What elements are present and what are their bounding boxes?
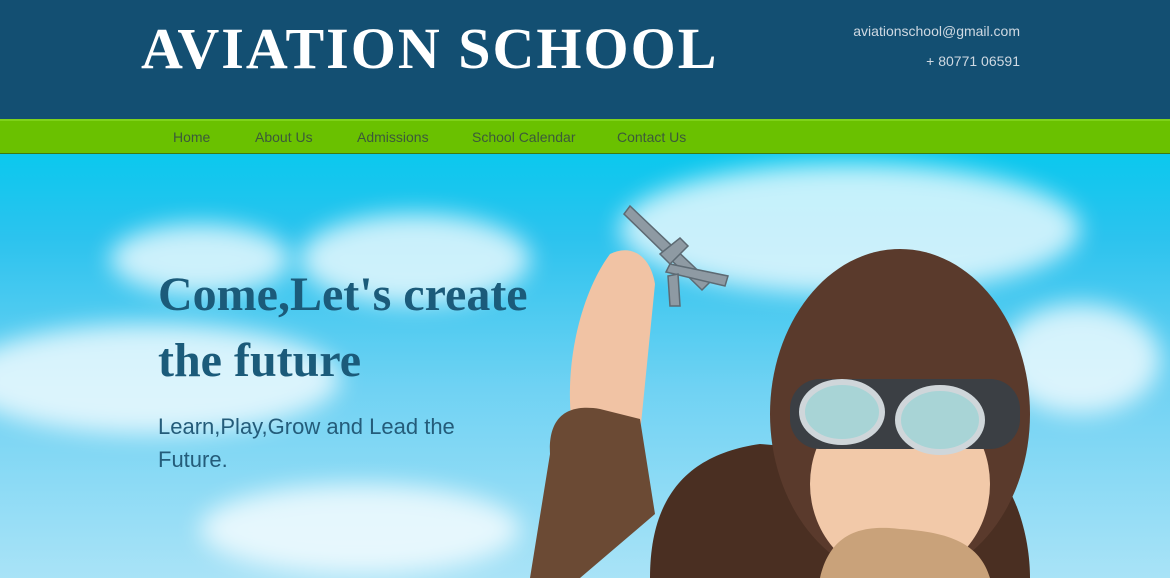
contact-email[interactable]: aviationschool@gmail.com: [853, 23, 1020, 39]
goggles-icon: [790, 379, 1020, 455]
nav-contact-us[interactable]: Contact Us: [617, 129, 686, 145]
main-nav: Home About Us Admissions School Calendar…: [0, 119, 1170, 154]
contact-phone: + 80771 06591: [926, 53, 1020, 69]
sweater-sleeve: [530, 407, 655, 578]
nav-admissions[interactable]: Admissions: [357, 129, 429, 145]
hero-title: Come,Let's create the future: [158, 268, 528, 387]
hero-subtitle: Learn,Play,Grow and Lead the Future.: [158, 414, 455, 472]
boy-pilot-photo: [530, 204, 1030, 578]
nav-school-calendar[interactable]: School Calendar: [472, 129, 576, 145]
nav-about-us[interactable]: About Us: [255, 129, 313, 145]
site-header: AVIATION SCHOOL aviationschool@gmail.com…: [0, 0, 1170, 119]
cloud-decoration: [200, 484, 520, 574]
site-logo-title[interactable]: AVIATION SCHOOL: [141, 14, 718, 84]
nav-home[interactable]: Home: [173, 129, 210, 145]
hero-banner: Come,Let's create the future Learn,Play,…: [0, 154, 1170, 578]
